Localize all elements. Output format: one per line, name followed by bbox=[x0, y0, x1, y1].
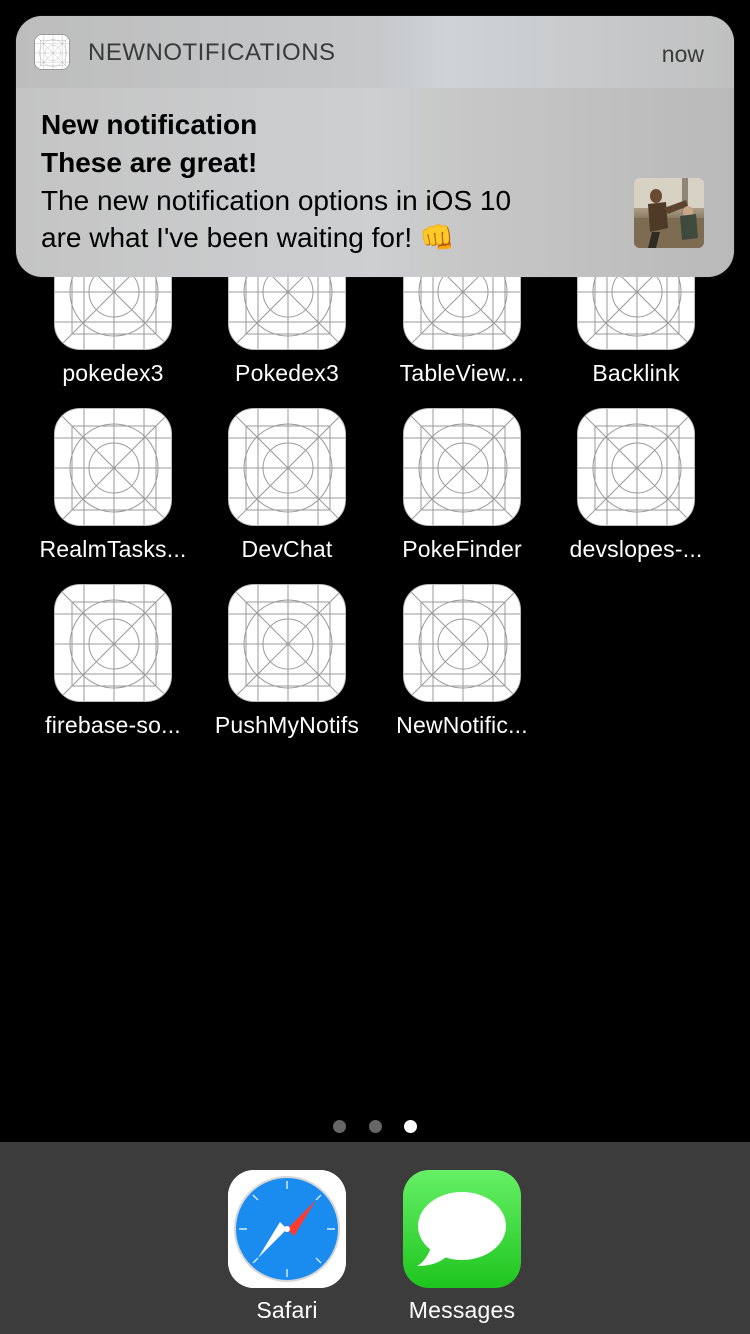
app-newnotifications[interactable]: NewNotific... bbox=[375, 584, 549, 739]
page-indicator[interactable] bbox=[0, 1120, 750, 1138]
app-pushmynotifs[interactable]: PushMyNotifs bbox=[200, 584, 374, 739]
app-label: NewNotific... bbox=[396, 712, 528, 738]
app-label: TableView... bbox=[399, 360, 525, 386]
notification-body-line-2: are what I've been waiting for! 👊 bbox=[41, 219, 601, 256]
placeholder-app-icon bbox=[403, 408, 521, 526]
placeholder-app-icon bbox=[577, 408, 695, 526]
notification-subtitle: These are great! bbox=[41, 147, 258, 178]
dock-app-label: Safari bbox=[256, 1297, 318, 1323]
app-label: PokeFinder bbox=[402, 536, 522, 562]
notification-title: New notification bbox=[41, 109, 258, 140]
app-label: Pokedex3 bbox=[235, 360, 339, 386]
app-realmtasks[interactable]: RealmTasks... bbox=[26, 408, 200, 563]
notification-body-line-1: The new notification options in iOS 10 bbox=[41, 185, 512, 216]
app-label: DevChat bbox=[241, 536, 333, 562]
notification-banner[interactable]: NEWNOTIFICATIONS now New notification Th… bbox=[16, 16, 734, 277]
app-label: PushMyNotifs bbox=[214, 712, 360, 738]
app-label: firebase-so... bbox=[45, 712, 181, 738]
dock-app-safari[interactable]: Safari bbox=[200, 1170, 374, 1324]
page-dot-current bbox=[403, 1120, 417, 1133]
messages-bubble-icon bbox=[403, 1170, 521, 1288]
placeholder-app-icon bbox=[34, 34, 70, 70]
attachment-image-thumbnail bbox=[634, 178, 704, 248]
page-dot bbox=[333, 1120, 347, 1133]
placeholder-app-icon bbox=[228, 584, 346, 702]
dock-app-messages[interactable]: Messages bbox=[375, 1170, 549, 1324]
app-devslopes[interactable]: devslopes-... bbox=[549, 408, 723, 563]
notification-app-name: NEWNOTIFICATIONS bbox=[88, 39, 336, 66]
app-label: pokedex3 bbox=[62, 360, 164, 386]
placeholder-app-icon bbox=[54, 408, 172, 526]
page-dot bbox=[368, 1120, 382, 1133]
placeholder-app-icon bbox=[54, 584, 172, 702]
app-label: Backlink bbox=[592, 360, 680, 386]
app-label: RealmTasks... bbox=[39, 536, 187, 562]
placeholder-app-icon bbox=[228, 408, 346, 526]
app-firebase[interactable]: firebase-so... bbox=[26, 584, 200, 739]
dock-app-label: Messages bbox=[408, 1297, 516, 1323]
dock: Safari Messages bbox=[0, 1142, 750, 1334]
notification-content: New notification These are great! The ne… bbox=[41, 106, 601, 256]
app-label: devslopes-... bbox=[569, 536, 703, 562]
fist-emoji-icon: 👊 bbox=[419, 222, 455, 253]
notification-body-line-2-text: are what I've been waiting for! bbox=[41, 222, 413, 253]
placeholder-app-icon bbox=[403, 584, 521, 702]
safari-compass-icon bbox=[228, 1170, 346, 1288]
notification-time: now bbox=[661, 41, 704, 67]
app-devchat[interactable]: DevChat bbox=[200, 408, 374, 563]
notification-header: NEWNOTIFICATIONS now bbox=[16, 16, 734, 88]
app-pokefinder[interactable]: PokeFinder bbox=[375, 408, 549, 563]
